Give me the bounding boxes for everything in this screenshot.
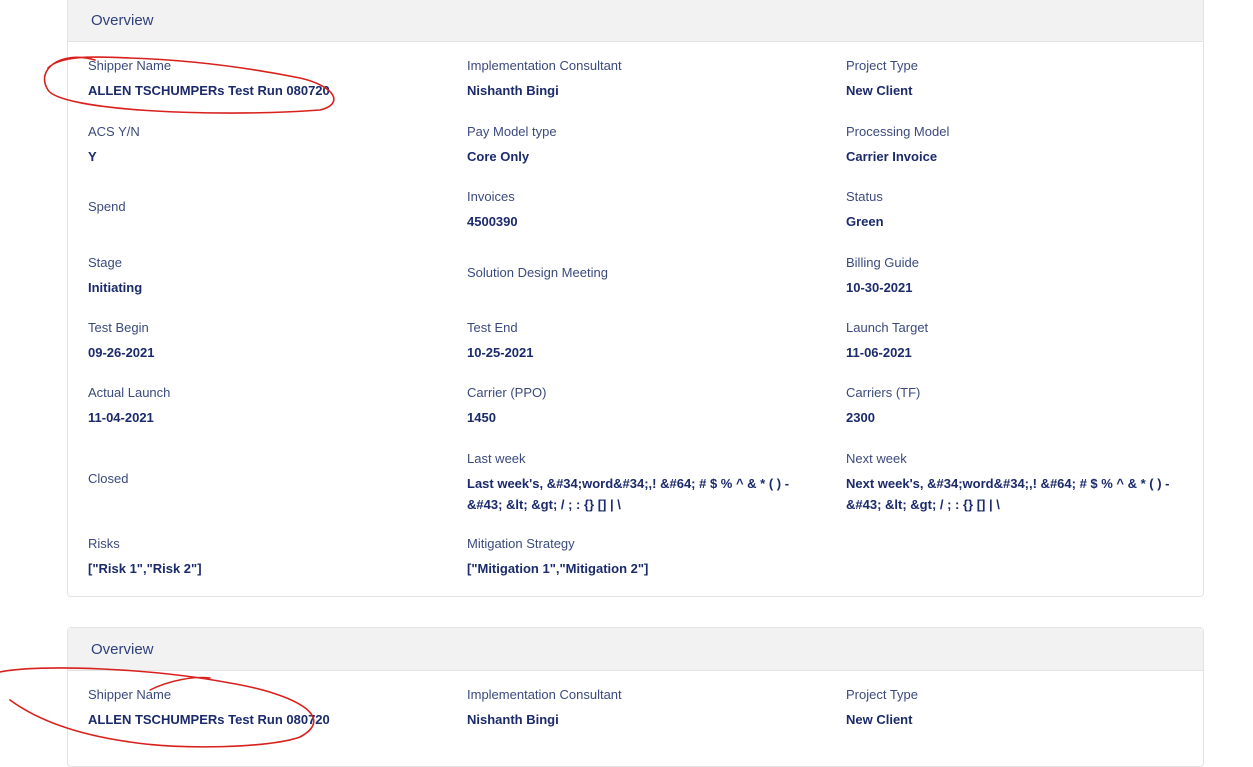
field-carriers-tf: Carriers (TF) 2300: [846, 385, 920, 428]
field-value: New Client: [846, 83, 913, 98]
field-acs: ACS Y/N Y: [88, 124, 140, 167]
field-value: Nishanth Bingi: [467, 712, 559, 727]
field-implementation-consultant: Implementation Consultant Nishanth Bingi: [467, 687, 622, 730]
field-value: Nishanth Bingi: [467, 83, 559, 98]
field-value: Green: [846, 214, 884, 229]
field-value: Next week's, &#34;word&#34;,! &#64; # $ …: [846, 476, 1170, 512]
field-label: Pay Model type: [467, 124, 557, 139]
field-mitigation-strategy: Mitigation Strategy ["Mitigation 1","Mit…: [467, 536, 648, 579]
field-value: ALLEN TSCHUMPERs Test Run 080720: [88, 83, 330, 98]
field-label: Solution Design Meeting: [467, 265, 608, 280]
field-shipper-name: Shipper Name ALLEN TSCHUMPERs Test Run 0…: [88, 687, 330, 730]
field-value: Last week's, &#34;word&#34;,! &#64; # $ …: [467, 476, 790, 512]
field-value: 09-26-2021: [88, 345, 155, 360]
field-stage: Stage Initiating: [88, 255, 142, 298]
field-processing-model: Processing Model Carrier Invoice: [846, 124, 949, 167]
field-value: Core Only: [467, 149, 530, 164]
field-project-type: Project Type New Client: [846, 58, 918, 101]
field-label: Launch Target: [846, 320, 929, 335]
field-label: Risks: [88, 536, 120, 551]
field-label: Test End: [467, 320, 518, 335]
field-label: Spend: [88, 199, 126, 214]
field-status: Status Green: [846, 189, 884, 232]
field-closed: Closed: [88, 471, 128, 487]
field-spend: Spend: [88, 199, 126, 215]
field-label: Implementation Consultant: [467, 58, 622, 73]
overview-card: Overview Shipper Name ALLEN TSCHUMPERs T…: [67, 627, 1204, 767]
field-value: 1450: [467, 410, 496, 425]
field-label: Implementation Consultant: [467, 687, 622, 702]
field-value: Y: [88, 149, 97, 164]
card-header: Overview: [68, 0, 1203, 42]
field-value: 11-06-2021: [846, 345, 912, 360]
field-value: ["Risk 1","Risk 2"]: [88, 561, 202, 576]
field-test-begin: Test Begin 09-26-2021: [88, 320, 155, 363]
field-label: Stage: [88, 255, 122, 270]
field-label: Carriers (TF): [846, 385, 921, 400]
field-value: ALLEN TSCHUMPERs Test Run 080720: [88, 712, 330, 727]
field-solution-design-meeting: Solution Design Meeting: [467, 265, 608, 281]
field-label: Next week: [846, 451, 907, 466]
field-shipper-name: Shipper Name ALLEN TSCHUMPERs Test Run 0…: [88, 58, 330, 101]
field-project-type: Project Type New Client: [846, 687, 918, 730]
field-label: Carrier (PPO): [467, 385, 547, 400]
card-header: Overview: [68, 628, 1203, 671]
field-label: Project Type: [846, 687, 919, 702]
field-invoices: Invoices 4500390: [467, 189, 518, 232]
field-label: Shipper Name: [88, 58, 172, 73]
field-value: 11-04-2021: [88, 410, 154, 425]
field-pay-model-type: Pay Model type Core Only: [467, 124, 557, 167]
field-value: Initiating: [88, 280, 143, 295]
field-label: Mitigation Strategy: [467, 536, 575, 551]
field-launch-target: Launch Target 11-06-2021: [846, 320, 928, 363]
field-value: 2300: [846, 410, 875, 425]
field-actual-launch: Actual Launch 11-04-2021: [88, 385, 170, 428]
overview-card: Overview Shipper Name ALLEN TSCHUMPERs T…: [67, 0, 1204, 597]
field-value: 4500390: [467, 214, 518, 229]
field-label: Project Type: [846, 58, 919, 73]
field-label: ACS Y/N: [88, 124, 140, 139]
field-last-week: Last week Last week's, &#34;word&#34;,! …: [467, 451, 817, 515]
field-value: 10-25-2021: [467, 345, 534, 360]
field-label: Test Begin: [88, 320, 149, 335]
field-label: Billing Guide: [846, 255, 919, 270]
field-label: Processing Model: [846, 124, 950, 139]
field-value: ["Mitigation 1","Mitigation 2"]: [467, 561, 649, 576]
field-label: Actual Launch: [88, 385, 171, 400]
field-test-end: Test End 10-25-2021: [467, 320, 534, 363]
field-value: New Client: [846, 712, 913, 727]
field-implementation-consultant: Implementation Consultant Nishanth Bingi: [467, 58, 622, 101]
field-label: Shipper Name: [88, 687, 172, 702]
field-billing-guide: Billing Guide 10-30-2021: [846, 255, 919, 298]
field-risks: Risks ["Risk 1","Risk 2"]: [88, 536, 202, 579]
field-label: Status: [846, 189, 883, 204]
field-value: Carrier Invoice: [846, 149, 938, 164]
field-carrier-ppo: Carrier (PPO) 1450: [467, 385, 546, 428]
field-next-week: Next week Next week's, &#34;word&#34;,! …: [846, 451, 1196, 515]
field-value: 10-30-2021: [846, 280, 913, 295]
card-title: Overview: [91, 12, 154, 29]
field-label: Last week: [467, 451, 526, 466]
card-title: Overview: [91, 641, 154, 658]
field-label: Closed: [88, 471, 129, 486]
field-label: Invoices: [467, 189, 515, 204]
